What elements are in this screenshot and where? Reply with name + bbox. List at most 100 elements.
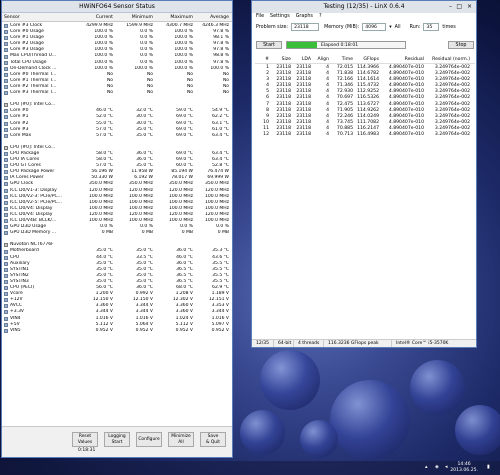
value-minimum: No: [146, 90, 153, 96]
progress-bar: Elapsed 0:18:01: [286, 41, 406, 49]
col-number: #: [265, 57, 269, 62]
tray-arrow-icon[interactable]: ▴: [425, 465, 430, 470]
linx-window: Testing (12/35) - LinX 0.6.4 – □ × File …: [251, 0, 477, 348]
sensor-icon: [4, 158, 8, 163]
background-berry: [455, 405, 500, 455]
minimize-icon[interactable]: –: [449, 3, 452, 11]
sensor-row[interactable]: GPU D3D Memory ... 0 MB 0 MB 0 MB 0 MB: [2, 230, 232, 236]
reset-values-button[interactable]: Reset Values: [72, 432, 98, 447]
sensor-icon: [4, 231, 8, 236]
sensor-icon: [4, 48, 8, 53]
results-rows: 1 23118 23118 4 72.015 114.3966 4.890407e-010 3…: [255, 65, 475, 138]
stop-button[interactable]: Stop: [448, 41, 474, 49]
sensor-label: Core #3 Thermal T...: [10, 90, 57, 96]
all-checkbox[interactable]: All: [395, 25, 401, 30]
result-row[interactable]: 12 23118 23118 4 70.713 116.4983 4.890407e-010…: [255, 132, 475, 138]
sensor-icon: [4, 219, 8, 224]
col-time: Time: [341, 57, 353, 62]
sensor-row[interactable]: Core #3 Thermal T... No No No No: [2, 90, 232, 96]
sensor-icon: [4, 328, 8, 333]
close-icon[interactable]: ×: [467, 3, 472, 11]
clock-date: 2013.06.25.: [450, 468, 478, 473]
sensor-icon: [4, 84, 8, 89]
sensor-icon: [4, 54, 8, 59]
sensor-icon: [4, 304, 8, 309]
value-minimum: 0.952 V: [135, 327, 153, 333]
memory-label: Memory (MiB):: [324, 24, 360, 30]
status-progress: 12/35: [252, 340, 274, 347]
sensor-icon: [4, 176, 8, 181]
memory-input[interactable]: 4096: [362, 23, 387, 31]
sensor-name: GPU D3D Memory ...: [2, 230, 75, 236]
elapsed-label: Elapsed 0:18:01: [321, 43, 359, 48]
sensor-icon: [4, 109, 8, 114]
sensor-icon: [4, 60, 8, 65]
save-quit-button[interactable]: Save & Quit: [200, 432, 226, 447]
chevron-down-icon[interactable]: ▾: [389, 25, 391, 30]
col-current[interactable]: Current: [75, 13, 115, 21]
configure-button[interactable]: Configure: [136, 432, 162, 447]
minimize-all-button[interactable]: Minimize All: [168, 432, 194, 447]
status-threads: 4 threads: [294, 340, 324, 347]
progress-fill: [287, 42, 317, 48]
col-sensor[interactable]: Sensor: [2, 13, 75, 21]
sensor-label: Core Max: [10, 132, 32, 138]
value-current: 0 MB: [101, 230, 113, 236]
value-current: 0.952 V: [95, 327, 113, 333]
col-average[interactable]: Average: [195, 13, 232, 21]
hwinfo-title: HWiNFO64 Sensor Status: [2, 1, 232, 13]
sensor-icon: [4, 121, 8, 126]
linx-menu: File Settings Graphs ?: [252, 13, 476, 21]
sensor-icon: [4, 152, 8, 157]
residual: 4.890407e-010: [388, 132, 424, 138]
sensor-icon: [4, 273, 8, 278]
sensor-icon: [4, 36, 8, 41]
sensor-icon: [4, 72, 8, 77]
run-number: 12: [263, 132, 269, 138]
chip-icon: [4, 103, 8, 108]
sensor-icon: [4, 200, 8, 205]
network-icon[interactable]: ◈: [435, 465, 440, 470]
menu-file[interactable]: File: [256, 13, 264, 21]
menu-graphs[interactable]: Graphs: [296, 13, 313, 21]
taskbar-clock[interactable]: 14:46 2013.06.25.: [450, 462, 478, 474]
align: 4: [326, 132, 329, 138]
sensor-row[interactable]: Core Max 57.0 °C 35.0 °C 69.0 °C 63.4 °C: [2, 133, 232, 139]
results-header: # Size LDA Align Time GFlops Residual Re…: [255, 56, 475, 64]
value-maximum: 69.0 °C: [176, 132, 193, 138]
button-label: All: [178, 440, 184, 446]
sensor-list[interactable]: Core #3 Clock 4299.9 MHz 1599.9 MHz 4300.7 …: [2, 23, 232, 428]
hwinfo-footer: Reset Values Logging Start Configure Minim…: [2, 426, 232, 457]
start-button[interactable]: Start: [256, 41, 282, 49]
sensor-icon: [4, 267, 8, 272]
chip-icon: [4, 243, 8, 248]
notifications-icon[interactable]: ▮: [487, 465, 492, 470]
background-berry: [410, 360, 465, 415]
problem-size-input[interactable]: 23118: [291, 23, 320, 31]
maximize-icon[interactable]: □: [456, 3, 462, 11]
sensor-icon: [4, 133, 8, 138]
sensor-icon: [4, 194, 8, 199]
sensor-icon: [4, 298, 8, 303]
sensor-icon: [4, 42, 8, 47]
sensor-row[interactable]: VIN5 0.952 V 0.952 V 0.952 V 0.952 V: [2, 328, 232, 334]
sensor-icon: [4, 292, 8, 297]
status-bitness: 64-bit: [274, 340, 294, 347]
value-current: 57.0 °C: [96, 132, 113, 138]
menu-help[interactable]: ?: [319, 13, 322, 21]
background-berry: [330, 380, 410, 460]
logging-start-button[interactable]: Logging Start: [104, 432, 130, 447]
hwinfo-header-row: Sensor Current Minimum Maximum Average: [2, 13, 232, 22]
value-average: No: [222, 90, 229, 96]
sensor-icon: [4, 316, 8, 321]
menu-settings[interactable]: Settings: [270, 13, 290, 21]
value-minimum: 0 MB: [141, 230, 153, 236]
sensor-icon: [4, 164, 8, 169]
times-label: times: [442, 24, 456, 30]
button-label: Start: [111, 440, 123, 446]
col-minimum[interactable]: Minimum: [115, 13, 155, 21]
col-maximum[interactable]: Maximum: [155, 13, 195, 21]
sensor-icon: [4, 310, 8, 315]
run-input[interactable]: 35: [423, 23, 440, 31]
sensor-icon: [4, 255, 8, 260]
